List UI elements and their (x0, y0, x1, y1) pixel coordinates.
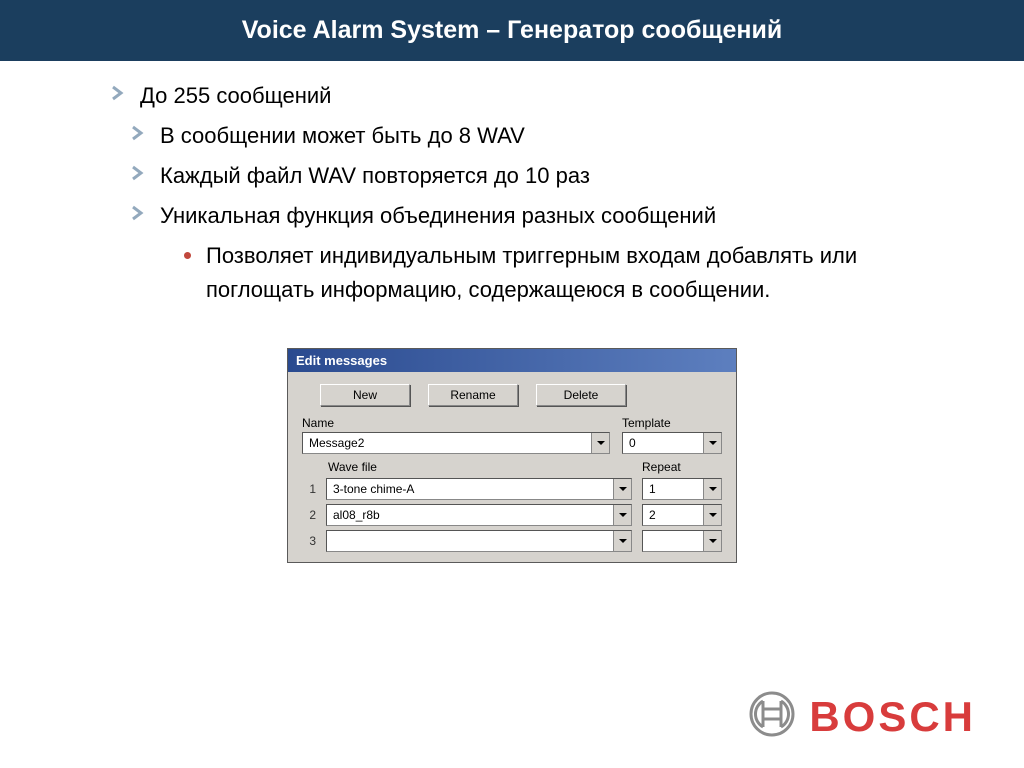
chevron-down-icon[interactable] (591, 433, 609, 453)
name-label: Name (302, 416, 610, 430)
bullet-3: Каждый файл WAV повторяется до 10 раз (130, 159, 964, 193)
chevron-down-icon[interactable] (613, 505, 631, 525)
wave-file-combo[interactable]: al08_r8b (326, 504, 632, 526)
bullet-text: До 255 сообщений (140, 83, 331, 108)
arrow-icon (130, 165, 146, 181)
row-index: 2 (302, 508, 316, 522)
delete-button[interactable]: Delete (536, 384, 626, 406)
name-combo[interactable]: Message2 (302, 432, 610, 454)
bosch-armature-icon (749, 691, 795, 742)
arrow-icon (130, 125, 146, 141)
bullet-text: Позволяет индивидуальным триггерным вход… (206, 243, 857, 302)
chevron-down-icon[interactable] (613, 479, 631, 499)
chevron-down-icon[interactable] (703, 505, 721, 525)
bullet-text: В сообщении может быть до 8 WAV (160, 123, 525, 148)
footer-logo: BOSCH (749, 691, 976, 742)
row-index: 3 (302, 534, 316, 548)
wave-row-2: 2 al08_r8b 2 (302, 504, 722, 526)
repeat-label: Repeat (642, 460, 722, 474)
template-combo[interactable]: 0 (622, 432, 722, 454)
bullet-text: Каждый файл WAV повторяется до 10 раз (160, 163, 590, 188)
chevron-down-icon[interactable] (703, 479, 721, 499)
arrow-icon (130, 205, 146, 221)
wave-file-combo[interactable] (326, 530, 632, 552)
arrow-icon (110, 85, 126, 101)
wave-row-1: 1 3-tone chime-A 1 (302, 478, 722, 500)
repeat-value: 1 (643, 482, 703, 496)
chevron-down-icon[interactable] (613, 531, 631, 551)
wave-file-value: 3-tone chime-A (327, 482, 613, 496)
slide-content: До 255 сообщений В сообщении может быть … (0, 61, 1024, 308)
chevron-down-icon[interactable] (703, 433, 721, 453)
chevron-down-icon[interactable] (703, 531, 721, 551)
bullet-text: Уникальная функция объединения разных со… (160, 203, 716, 228)
wave-row-3: 3 (302, 530, 722, 552)
name-value: Message2 (303, 436, 591, 450)
new-button[interactable]: New (320, 384, 410, 406)
repeat-combo[interactable] (642, 530, 722, 552)
repeat-value: 2 (643, 508, 703, 522)
slide-title: Voice Alarm System – Генератор сообщений (0, 0, 1024, 61)
template-value: 0 (623, 436, 703, 450)
bullet-4: Уникальная функция объединения разных со… (130, 199, 964, 233)
bullet-5: Позволяет индивидуальным триггерным вход… (180, 239, 964, 307)
bosch-wordmark: BOSCH (809, 693, 976, 741)
bullet-2: В сообщении может быть до 8 WAV (130, 119, 964, 153)
template-label: Template (622, 416, 722, 430)
repeat-combo[interactable]: 2 (642, 504, 722, 526)
wave-label: Wave file (328, 460, 630, 474)
wave-file-combo[interactable]: 3-tone chime-A (326, 478, 632, 500)
dialog-titlebar: Edit messages (288, 349, 736, 372)
edit-messages-dialog: Edit messages New Rename Delete Name Mes… (287, 348, 737, 563)
dot-icon (184, 252, 191, 259)
bullet-1: До 255 сообщений (110, 79, 964, 113)
rename-button[interactable]: Rename (428, 384, 518, 406)
dialog-screenshot: Edit messages New Rename Delete Name Mes… (287, 348, 737, 563)
row-index: 1 (302, 482, 316, 496)
wave-file-value: al08_r8b (327, 508, 613, 522)
repeat-combo[interactable]: 1 (642, 478, 722, 500)
